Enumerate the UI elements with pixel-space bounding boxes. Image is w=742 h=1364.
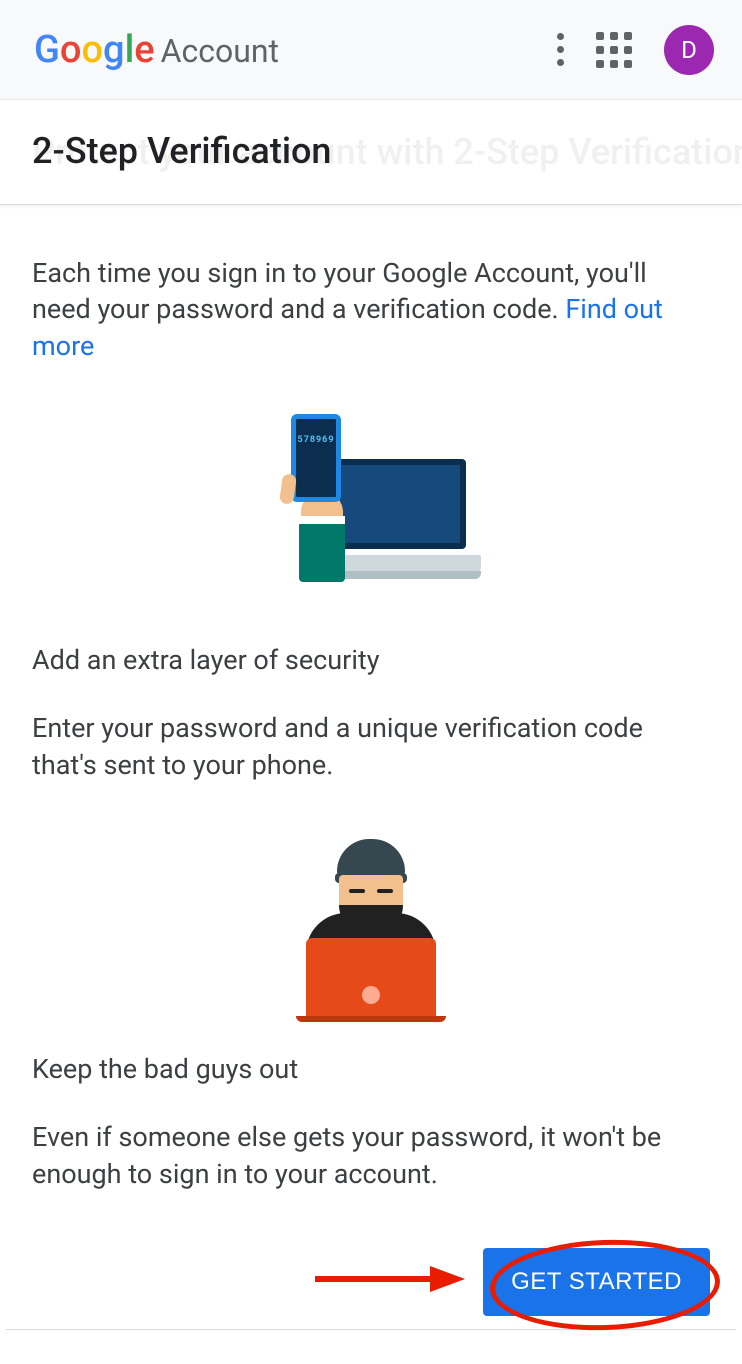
- burglar-icon: [281, 833, 461, 1013]
- google-logo: Google: [34, 28, 155, 72]
- page-title: 2-Step Verification: [32, 130, 710, 172]
- more-options-icon[interactable]: [557, 33, 564, 66]
- phone-laptop-icon: 578969: [276, 414, 466, 604]
- illustration-security: 578969: [32, 414, 710, 604]
- google-account-logo: Google Account: [34, 28, 279, 72]
- main-content: Each time you sign in to your Google Acc…: [0, 205, 742, 1252]
- section2-title: Keep the bad guys out: [32, 1053, 710, 1085]
- phone-code: 578969: [296, 435, 336, 445]
- google-apps-icon[interactable]: [596, 32, 632, 68]
- account-label: Account: [161, 32, 279, 70]
- app-header: Google Account D: [0, 0, 742, 100]
- section1-title: Add an extra layer of security: [32, 644, 710, 676]
- get-started-button[interactable]: GET STARTED: [483, 1248, 710, 1316]
- intro-paragraph: Each time you sign in to your Google Acc…: [32, 255, 710, 364]
- header-actions: D: [557, 25, 714, 75]
- avatar-initial: D: [681, 36, 697, 64]
- action-row: GET STARTED: [32, 1248, 710, 1316]
- profile-avatar[interactable]: D: [664, 25, 714, 75]
- title-bar: Protect your account with 2-Step Verific…: [0, 100, 742, 205]
- annotation-arrow-icon: [315, 1264, 465, 1294]
- section2-body: Even if someone else gets your password,…: [32, 1119, 710, 1192]
- intro-text: Each time you sign in to your Google Acc…: [32, 257, 647, 325]
- section1-body: Enter your password and a unique verific…: [32, 710, 710, 783]
- divider: [6, 1329, 736, 1330]
- illustration-burglar: [32, 833, 710, 1013]
